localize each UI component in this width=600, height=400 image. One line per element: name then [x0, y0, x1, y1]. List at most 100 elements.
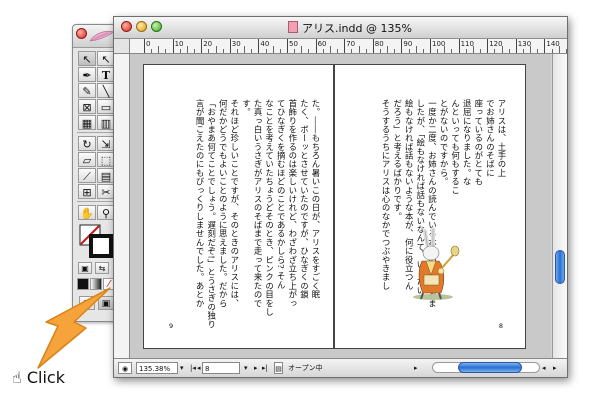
ruler-tick-label: 80 [374, 40, 384, 48]
ruler-minor-tick [408, 49, 410, 53]
ruler-minor-tick [308, 49, 310, 53]
eyedropper-tool-icon[interactable]: ⟋ [78, 168, 96, 183]
page-field[interactable]: 8 [202, 362, 240, 374]
pasteboard[interactable]: た。――もちろん暑いこの日が、アリスをすごく眠 たく、ボーッとさせていたのですが、… [130, 54, 551, 358]
ruler-minor-tick [365, 49, 367, 53]
white-rabbit-illustration [413, 227, 460, 300]
vertical-scrollbar[interactable] [552, 54, 567, 358]
ruler-tick-label: 90 [403, 40, 413, 48]
ruler-minor-tick [437, 49, 439, 53]
status-bar: ◉ 135.38% ▾ |◂ ◂ 8 ▾ ▸ ▸| ▤ オープン中 ▸ ◂ ▸ [114, 358, 567, 377]
page-right[interactable]: アリスは、土手の上 でお姉さんのそばに 座っているのがとても 退屈になりました。な んと… [334, 64, 526, 349]
pencil-tool-icon[interactable]: ✎ [78, 83, 96, 98]
horizontal-ruler[interactable]: 0 10 20 30 40 50 60 70 80 90 100 110 120 130 140 [130, 39, 567, 54]
ruler-minor-tick [179, 49, 181, 53]
selection-tool-icon[interactable]: ↖ [78, 51, 96, 66]
ruler-minor-tick [508, 49, 510, 53]
ruler-minor-tick [294, 49, 296, 53]
click-label-text: Click [26, 368, 65, 387]
button-tool-icon[interactable]: ⊞ [78, 184, 96, 199]
status-menu-chevron-icon[interactable]: ▸ [414, 362, 422, 374]
text-line: 座っているのがとても [473, 99, 484, 186]
ruler-minor-tick [558, 46, 560, 53]
ruler-minor-tick [480, 49, 482, 53]
page-left[interactable]: た。――もちろん暑いこの日が、アリスをすごく眠 たく、ボーッとさせていたのですが、… [143, 64, 334, 349]
ruler-minor-tick [222, 49, 224, 53]
page-menu-chevron-icon[interactable]: ▾ [244, 362, 252, 374]
ruler-minor-tick [251, 49, 253, 53]
ruler-minor-tick [422, 49, 424, 53]
ruler-minor-tick [494, 49, 496, 53]
ruler-tick [172, 39, 174, 53]
text-line: た真っ白いうさぎがアリスのそばまで走って来たので [253, 99, 264, 308]
rectangle-frame-tool-icon[interactable]: ⊠ [78, 99, 96, 114]
tools-divider [77, 132, 117, 133]
pointer-hand-icon: ☝ [12, 368, 22, 387]
text-line: アリスは、土手の上 [497, 99, 507, 178]
ruler-tick [258, 39, 260, 53]
minimize-button[interactable] [136, 21, 147, 32]
feather-logo [89, 30, 115, 42]
ruler-tick-label: 40 [260, 40, 270, 48]
text-line: それほど珍しいことですが、そのときのアリスには、 [229, 99, 240, 308]
ruler-tick-label: 50 [289, 40, 298, 48]
preflight-icon[interactable]: ▤ [274, 362, 283, 374]
text-line: 退屈になりました。な [462, 99, 473, 186]
pasteboard-toggle-icon[interactable]: ◉ [118, 362, 132, 374]
text-line: なことを考えていたちょうどそのとき、ピンクの目をし [264, 99, 275, 317]
scroll-left-icon[interactable]: ◂ [542, 362, 552, 374]
default-colors-icon[interactable]: ▣ [78, 262, 92, 274]
hand-tool-icon[interactable]: ✋ [78, 205, 96, 220]
ruler-minor-tick [329, 46, 331, 53]
click-label: ☝ Click [12, 368, 65, 387]
next-page-icon[interactable]: ▸ [254, 362, 260, 374]
ruler-minor-tick [236, 49, 238, 53]
ruler-tick-label: 10 [174, 40, 184, 48]
close-icon[interactable] [76, 28, 87, 39]
ruler-tick [144, 39, 145, 53]
click-arrow-icon [37, 287, 111, 369]
swap-icon[interactable]: ⇆ [95, 262, 109, 274]
ruler-tick-label: 60 [317, 40, 327, 48]
ruler-minor-tick [151, 49, 153, 53]
page-number: 9 [169, 322, 174, 330]
pen-tool-icon[interactable]: ✒ [78, 67, 96, 82]
ruler-minor-tick [208, 49, 210, 53]
close-button[interactable] [121, 21, 132, 32]
ruler-origin[interactable] [114, 39, 130, 54]
ruler-tick [229, 39, 231, 53]
ruler-tick [458, 39, 460, 53]
page-number: 8 [498, 322, 503, 330]
zoom-menu-chevron-icon[interactable]: ▾ [180, 362, 188, 374]
fill-stroke-icon[interactable] [79, 224, 115, 258]
ruler-minor-tick [301, 46, 303, 53]
document-status: オープン中 [288, 364, 323, 372]
ruler-minor-tick [194, 49, 196, 53]
text-line: てひなぎくを摘むほどのことであるかしら? そん [276, 99, 287, 290]
ruler-minor-tick [186, 46, 188, 53]
ruler-tick [287, 39, 288, 53]
text-line: だろう」と考えるばかりです。 [392, 99, 403, 221]
text-line: そうするうちにアリスは心のなかでつぶやきまし [381, 99, 392, 291]
ruler-minor-tick [551, 49, 553, 53]
last-page-icon[interactable]: ▸| [262, 362, 272, 374]
zoom-field[interactable]: 135.38% [136, 362, 178, 374]
ruler-tick-label: 0 [146, 40, 151, 48]
scroll-right-icon[interactable]: ▸ [553, 362, 563, 374]
rotate-tool-icon[interactable]: ↻ [78, 136, 96, 151]
shear-tool-icon[interactable]: ▱ [78, 152, 96, 167]
text-line: 何だかどうでもよいことのように思えました。だから [218, 99, 229, 308]
ruler-tick [344, 39, 346, 53]
text-line: 首飾りを作るのは楽しいけれど、わざわざ立ち上がっ [287, 99, 298, 308]
ruler-tick-label: 30 [231, 40, 241, 48]
ruler-minor-tick [215, 46, 217, 53]
table-icon[interactable]: ▦ [78, 115, 96, 130]
vertical-scroll-thumb[interactable] [555, 250, 565, 284]
document-icon [288, 21, 298, 33]
ruler-minor-tick [522, 49, 524, 53]
zoom-button[interactable] [151, 21, 162, 32]
window-titlebar[interactable]: アリス.indd @ 135% [114, 17, 567, 39]
ruler-minor-tick [272, 46, 274, 53]
document-window: アリス.indd @ 135% 0 10 20 30 40 50 60 70 80 90 100 11… [113, 16, 568, 378]
horizontal-scroll-thumb[interactable] [458, 362, 522, 373]
